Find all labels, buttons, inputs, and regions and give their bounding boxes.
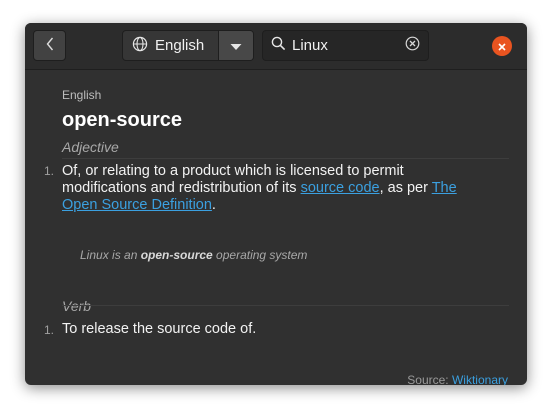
search-field[interactable] xyxy=(262,30,429,61)
part-of-speech-adjective: Adjective xyxy=(62,139,119,155)
chevron-left-icon xyxy=(45,36,55,56)
close-button[interactable] xyxy=(492,36,512,56)
language-dropdown-button[interactable] xyxy=(218,31,253,60)
source-link[interactable]: Wiktionary xyxy=(452,373,508,385)
header-bar: English xyxy=(25,23,527,70)
globe-icon xyxy=(132,36,148,56)
source-label: Source: xyxy=(407,373,452,385)
language-label: English xyxy=(155,37,205,54)
usage-example: Linux is an open-source operating system xyxy=(80,248,307,262)
definition-text-part: , as per xyxy=(379,180,432,196)
search-icon xyxy=(271,36,286,55)
source-attribution: Source: Wiktionary xyxy=(407,373,508,385)
word-title: open-source xyxy=(62,109,183,131)
chevron-down-icon xyxy=(230,36,242,55)
example-highlight: open-source xyxy=(140,248,213,262)
definition-content: English open-source Adjective 1. Of, or … xyxy=(25,70,527,385)
divider xyxy=(62,158,509,159)
clear-icon[interactable] xyxy=(405,36,420,55)
definition-text-part: . xyxy=(211,197,216,213)
dictionary-window: English Linux English open-source Adject… xyxy=(25,23,527,385)
example-text: operating system xyxy=(212,248,308,262)
definition-number: 1. xyxy=(44,164,55,178)
definition-text: Of, or relating to a product which is li… xyxy=(62,163,492,214)
part-of-speech-verb: Verb xyxy=(62,298,92,314)
example-text: Linux is an xyxy=(80,248,141,262)
language-selector-main[interactable]: English xyxy=(123,31,218,60)
search-input[interactable] xyxy=(292,37,399,54)
definition-text: To release the source code of. xyxy=(62,321,257,337)
close-icon xyxy=(497,37,507,56)
definition-number: 1. xyxy=(44,323,55,337)
link-source-code[interactable]: source code xyxy=(301,180,380,196)
language-selector[interactable]: English xyxy=(122,30,254,61)
entry-language-caption: English xyxy=(62,88,102,102)
back-button[interactable] xyxy=(33,30,66,61)
divider xyxy=(62,305,509,306)
